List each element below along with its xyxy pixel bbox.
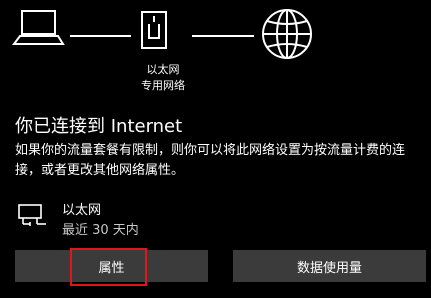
status-title: 你已连接到 Internet: [15, 116, 183, 137]
network-type-label: 专用网络: [141, 79, 185, 92]
status-description: 如果你的流量套餐有限制，则你可以将此网络设置为按流量计费的连接，或者更改其他网络…: [15, 143, 406, 178]
ethernet-adapter-icon: [18, 204, 46, 226]
data-usage-button[interactable]: 数据使用量: [233, 250, 426, 282]
connection-usage: 最近 30 天内: [62, 223, 139, 238]
network-diagram: [0, 0, 431, 100]
connection-name: 以太网: [62, 203, 102, 218]
globe-icon: [262, 9, 312, 59]
laptop-icon: [12, 10, 65, 45]
adapter-name-label: 以太网: [146, 63, 180, 76]
properties-button[interactable]: 属性: [15, 250, 208, 282]
ethernet-icon: [141, 11, 167, 49]
